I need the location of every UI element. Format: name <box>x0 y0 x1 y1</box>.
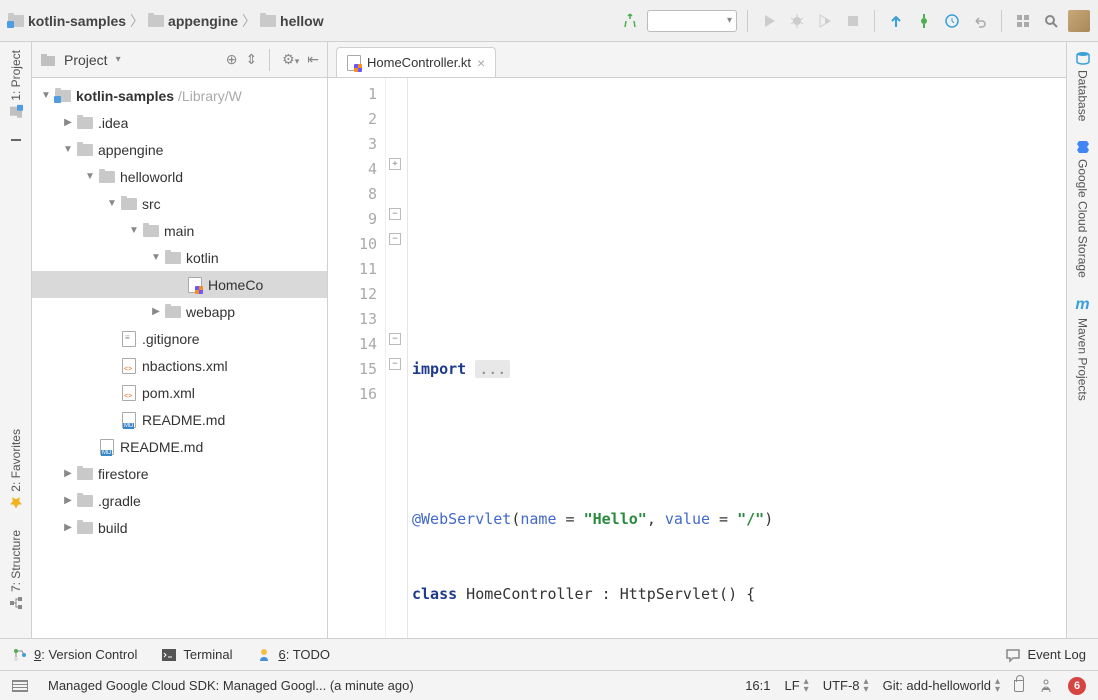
tree-item[interactable]: ▶build <box>32 514 327 541</box>
tool-maven[interactable]: mMaven Projects <box>1075 296 1089 401</box>
tree-item[interactable]: .gitignore <box>32 325 327 352</box>
avatar[interactable] <box>1068 10 1090 32</box>
tool-gcs[interactable]: Google Cloud Storage <box>1075 139 1091 278</box>
tab-label: HomeController.kt <box>367 55 471 70</box>
project-view-icon <box>40 52 56 68</box>
breadcrumb-item-2[interactable]: hellow <box>260 13 324 29</box>
chevron-down-icon[interactable]: ▾ <box>116 54 121 65</box>
bubble-icon <box>1005 647 1021 663</box>
project-tree[interactable]: ▼kotlin-samples/Library/W▶.idea▼appengin… <box>32 78 327 638</box>
branch-icon <box>12 647 28 663</box>
stop-button[interactable] <box>842 10 864 32</box>
project-panel-header: Project ▾ ⊕ ⇕ ⚙▾ ⇤ <box>32 42 327 78</box>
editor-body[interactable]: 12348910111213141516 + − − − − import ..… <box>328 78 1066 638</box>
line-gutter: 12348910111213141516 <box>328 78 386 638</box>
tree-item[interactable]: ▶firestore <box>32 460 327 487</box>
tool-version-control[interactable]: 9: Version Control <box>12 647 137 663</box>
fold-marker[interactable]: − <box>389 208 401 220</box>
tree-item[interactable]: ▶webapp <box>32 298 327 325</box>
tree-item[interactable]: ▼kotlin <box>32 244 327 271</box>
tree-item[interactable]: pom.xml <box>32 379 327 406</box>
tree-item[interactable]: nbactions.xml <box>32 352 327 379</box>
tree-item[interactable]: ▼helloworld <box>32 163 327 190</box>
tree-item[interactable]: README.md <box>32 433 327 460</box>
notification-badge[interactable]: 6 <box>1068 677 1086 695</box>
coverage-button[interactable] <box>814 10 836 32</box>
tool-database[interactable]: Database <box>1075 50 1091 121</box>
structure-icon[interactable] <box>1012 10 1034 32</box>
tree-item[interactable]: HomeCo <box>32 271 327 298</box>
git-branch[interactable]: Git: add-helloworld▴▾ <box>883 678 1000 694</box>
tree-item[interactable]: ▼appengine <box>32 136 327 163</box>
fold-marker[interactable]: + <box>389 158 401 170</box>
tree-item[interactable]: ▼kotlin-samples/Library/W <box>32 82 327 109</box>
folder-icon <box>148 15 164 27</box>
tool-todo[interactable]: 6: TODO <box>256 647 330 663</box>
inspector-icon[interactable] <box>1038 678 1054 694</box>
run-config-select[interactable]: ▾ <box>647 10 737 32</box>
fold-marker[interactable]: − <box>389 333 401 345</box>
tree-item[interactable]: ▼src <box>32 190 327 217</box>
memory-indicator-icon[interactable] <box>12 680 28 692</box>
collapse-icon[interactable]: ⇕ <box>245 51 257 68</box>
minimize-icon[interactable] <box>9 129 23 143</box>
undo-icon[interactable] <box>969 10 991 32</box>
kotlin-file-icon <box>347 55 361 71</box>
breadcrumb-item-0[interactable]: kotlin-samples <box>8 13 126 29</box>
run-button[interactable] <box>758 10 780 32</box>
lock-icon[interactable] <box>1014 680 1024 692</box>
tool-favorites[interactable]: 2: Favorites <box>9 429 23 510</box>
cursor-position[interactable]: 16:1 <box>745 678 770 693</box>
gear-icon[interactable]: ⚙▾ <box>282 51 299 68</box>
fold-gutter: + − − − − <box>386 78 408 638</box>
status-bar: Managed Google Cloud SDK: Managed Googl.… <box>0 670 1098 700</box>
folder-icon <box>8 15 24 27</box>
bottom-tool-bar: 9: Version Control Terminal 6: TODO Even… <box>0 638 1098 670</box>
close-icon[interactable]: × <box>477 55 485 71</box>
debug-button[interactable] <box>786 10 808 32</box>
fold-marker[interactable]: − <box>389 233 401 245</box>
tree-item[interactable]: ▼main <box>32 217 327 244</box>
fold-marker[interactable]: − <box>389 358 401 370</box>
tree-item[interactable]: README.md <box>32 406 327 433</box>
todo-icon <box>256 647 272 663</box>
editor-area: HomeController.kt × 12348910111213141516… <box>328 42 1066 638</box>
sync-icon[interactable] <box>619 10 641 32</box>
top-toolbar: kotlin-samples 〉 appengine 〉 hellow ▾ <box>0 0 1098 42</box>
tree-item[interactable]: ▶.idea <box>32 109 327 136</box>
project-panel: Project ▾ ⊕ ⇕ ⚙▾ ⇤ ▼kotlin-samples/Libra… <box>32 42 328 638</box>
left-tool-strip: 1: Project 2: Favorites 7: Structure <box>0 42 32 638</box>
vcs-commit-icon[interactable] <box>913 10 935 32</box>
code-content[interactable]: import ... @WebServlet(name = "Hello", v… <box>408 78 1066 638</box>
tree-item[interactable]: ▶.gradle <box>32 487 327 514</box>
tool-project[interactable]: 1: Project <box>9 50 23 119</box>
search-icon[interactable] <box>1040 10 1062 32</box>
project-panel-title[interactable]: Project <box>64 52 108 68</box>
tool-structure[interactable]: 7: Structure <box>9 530 23 610</box>
editor-tab[interactable]: HomeController.kt × <box>336 47 496 77</box>
vcs-history-icon[interactable] <box>941 10 963 32</box>
hide-icon[interactable]: ⇤ <box>307 51 319 68</box>
right-tool-strip: Database Google Cloud Storage mMaven Pro… <box>1066 42 1098 638</box>
vcs-update-icon[interactable] <box>885 10 907 32</box>
line-separator[interactable]: LF▴▾ <box>785 678 809 694</box>
folder-icon <box>260 15 276 27</box>
encoding[interactable]: UTF-8▴▾ <box>823 678 869 694</box>
status-message: Managed Google Cloud SDK: Managed Googl.… <box>48 678 414 693</box>
target-icon[interactable]: ⊕ <box>226 51 238 68</box>
terminal-icon <box>161 647 177 663</box>
breadcrumb-item-1[interactable]: appengine <box>148 13 238 29</box>
breadcrumb[interactable]: kotlin-samples 〉 appengine 〉 hellow <box>8 11 324 31</box>
chevron-right-icon: 〉 <box>130 11 144 31</box>
event-log[interactable]: Event Log <box>1005 647 1086 663</box>
tool-terminal[interactable]: Terminal <box>161 647 232 663</box>
chevron-right-icon: 〉 <box>242 11 256 31</box>
editor-tabs: HomeController.kt × <box>328 42 1066 78</box>
